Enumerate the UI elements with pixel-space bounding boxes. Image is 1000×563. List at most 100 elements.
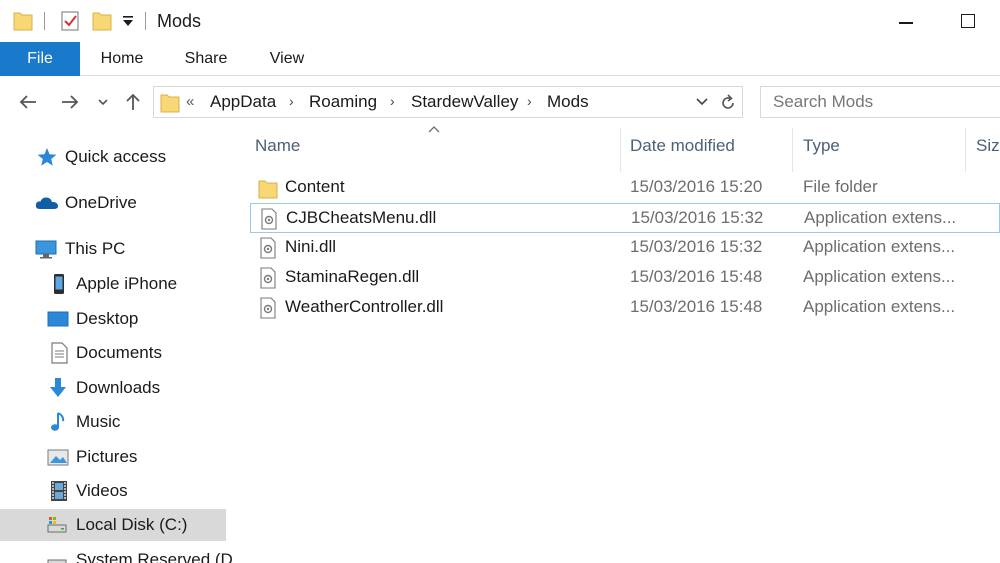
minimize-button[interactable] xyxy=(893,10,919,34)
file-date-modified: 15/03/2016 15:48 xyxy=(630,297,763,316)
sidebar-item-label: Documents xyxy=(76,343,162,362)
tab-home[interactable]: Home xyxy=(92,42,152,76)
file-name: Nini.dll xyxy=(285,237,337,256)
file-name: CJBCheatsMenu.dll xyxy=(286,208,437,227)
sidebar-item-quick-access[interactable]: Quick access xyxy=(0,141,226,173)
sidebar-item-desktop[interactable]: Desktop xyxy=(0,303,226,335)
breadcrumb-overflow[interactable]: « xyxy=(186,93,194,110)
breadcrumb-appdata[interactable]: AppData xyxy=(210,92,276,112)
sidebar-item-documents[interactable]: Documents xyxy=(0,337,226,369)
sidebar-item-label: Local Disk (C:) xyxy=(76,515,188,534)
sidebar-item-label: OneDrive xyxy=(65,193,137,212)
dll-file-icon xyxy=(260,267,276,289)
file-type: Application extens... xyxy=(803,267,956,286)
file-type: File folder xyxy=(803,177,878,196)
breadcrumb-separator[interactable]: › xyxy=(390,93,395,109)
sidebar-item-onedrive[interactable]: OneDrive xyxy=(0,187,226,219)
back-arrow-icon[interactable] xyxy=(16,90,40,114)
tab-share[interactable]: Share xyxy=(176,42,236,76)
sidebar-item-videos[interactable]: Videos xyxy=(0,475,226,507)
sidebar-item-label: This PC xyxy=(65,239,126,258)
dll-file-icon xyxy=(260,297,276,319)
cloud-icon xyxy=(35,197,59,209)
dll-file-icon xyxy=(261,208,277,230)
sidebar-item-this-pc[interactable]: This PC xyxy=(0,233,226,265)
file-type: Application extens... xyxy=(803,297,956,316)
film-icon xyxy=(51,481,67,501)
star-icon xyxy=(37,148,57,166)
download-arrow-icon xyxy=(50,378,66,397)
sidebar-item-downloads[interactable]: Downloads xyxy=(0,372,226,404)
breadcrumb-roaming[interactable]: Roaming xyxy=(309,92,377,112)
phone-icon xyxy=(54,274,64,294)
sidebar-item-label: Pictures xyxy=(76,447,138,466)
column-divider[interactable] xyxy=(620,128,621,172)
sidebar-item-label: Music xyxy=(76,412,121,431)
forward-arrow-icon[interactable] xyxy=(58,90,82,114)
sidebar-item-apple-iphone[interactable]: Apple iPhone xyxy=(0,268,226,300)
file-row-staminaregen[interactable]: StaminaRegen.dll 15/03/2016 15:48 Applic… xyxy=(250,263,1000,293)
sidebar-item-label: Apple iPhone xyxy=(76,274,178,293)
refresh-icon[interactable] xyxy=(718,93,738,113)
recent-locations-chevron-icon[interactable] xyxy=(94,90,112,114)
desktop-icon xyxy=(47,311,69,327)
file-row-cjbcheatsmenu[interactable]: CJBCheatsMenu.dll 15/03/2016 15:32 Appli… xyxy=(250,203,1000,233)
file-row-nini[interactable]: Nini.dll 15/03/2016 15:32 Application ex… xyxy=(250,233,1000,263)
toolbar-separator xyxy=(44,12,45,30)
sidebar-item-label: System Reserved (D xyxy=(76,550,233,563)
tab-file[interactable]: File xyxy=(0,42,80,76)
search-box[interactable]: Search Mods xyxy=(760,86,1000,118)
breadcrumb-separator[interactable]: › xyxy=(289,93,294,109)
folder-icon xyxy=(160,94,180,113)
ribbon-tab-bar: File Home Share View xyxy=(0,42,1000,76)
pictures-icon xyxy=(47,449,69,466)
address-dropdown-icon[interactable] xyxy=(694,95,710,109)
drive-icon xyxy=(47,559,67,563)
breadcrumb-stardewvalley[interactable]: StardewValley xyxy=(411,92,518,112)
maximize-button[interactable] xyxy=(955,10,981,34)
file-row-weathercontroller[interactable]: WeatherController.dll 15/03/2016 15:48 A… xyxy=(250,293,1000,323)
sidebar-item-local-disk-c[interactable]: Local Disk (C:) xyxy=(0,509,226,541)
file-date-modified: 15/03/2016 15:48 xyxy=(630,267,763,286)
column-header-name[interactable]: Name xyxy=(255,136,300,156)
documents-icon xyxy=(51,342,68,364)
sidebar-item-pictures[interactable]: Pictures xyxy=(0,441,226,473)
title-bar: Mods xyxy=(0,0,1000,42)
file-date-modified: 15/03/2016 15:32 xyxy=(631,208,764,227)
window-title: Mods xyxy=(157,11,202,31)
column-divider[interactable] xyxy=(965,128,966,172)
search-input[interactable]: Search Mods xyxy=(773,92,873,112)
sidebar-item-music[interactable]: Music xyxy=(0,406,226,438)
toolbar-separator xyxy=(145,12,146,30)
sort-ascending-icon xyxy=(428,126,440,133)
address-bar[interactable]: « AppData › Roaming › StardewValley › Mo… xyxy=(153,86,743,118)
sidebar-item-label: Desktop xyxy=(76,309,139,328)
column-header-date-modified[interactable]: Date modified xyxy=(630,136,735,156)
new-folder-icon[interactable] xyxy=(92,9,112,31)
music-note-icon xyxy=(51,412,65,431)
navigation-bar: « AppData › Roaming › StardewValley › Mo… xyxy=(0,76,1000,128)
file-date-modified: 15/03/2016 15:20 xyxy=(630,177,763,196)
tab-view[interactable]: View xyxy=(258,42,316,76)
customize-dropdown-icon[interactable] xyxy=(121,13,135,29)
file-date-modified: 15/03/2016 15:32 xyxy=(630,237,763,256)
properties-check-icon[interactable] xyxy=(60,10,80,32)
breadcrumb-separator[interactable]: › xyxy=(527,93,532,109)
sidebar-item-system-reserved-d[interactable]: System Reserved (D xyxy=(0,544,233,563)
folder-icon[interactable] xyxy=(13,9,33,31)
file-name: Content xyxy=(285,177,345,196)
sidebar-item-label: Videos xyxy=(76,481,128,500)
file-name: StaminaRegen.dll xyxy=(285,267,420,286)
file-name: WeatherController.dll xyxy=(285,297,444,316)
column-divider[interactable] xyxy=(792,128,793,172)
navigation-pane: Quick access OneDrive This PC Apple iPho… xyxy=(0,128,233,563)
drive-icon xyxy=(47,517,67,533)
sidebar-item-label: Downloads xyxy=(76,378,161,397)
breadcrumb-mods[interactable]: Mods xyxy=(547,92,589,112)
column-header-type[interactable]: Type xyxy=(803,136,840,156)
up-arrow-icon[interactable] xyxy=(121,90,145,114)
file-list: Name Date modified Type Size Content 15/… xyxy=(245,126,1000,563)
column-header-size[interactable]: Size xyxy=(976,136,1000,156)
sidebar-item-label: Quick access xyxy=(65,147,167,166)
file-row-content[interactable]: Content 15/03/2016 15:20 File folder xyxy=(250,173,1000,203)
